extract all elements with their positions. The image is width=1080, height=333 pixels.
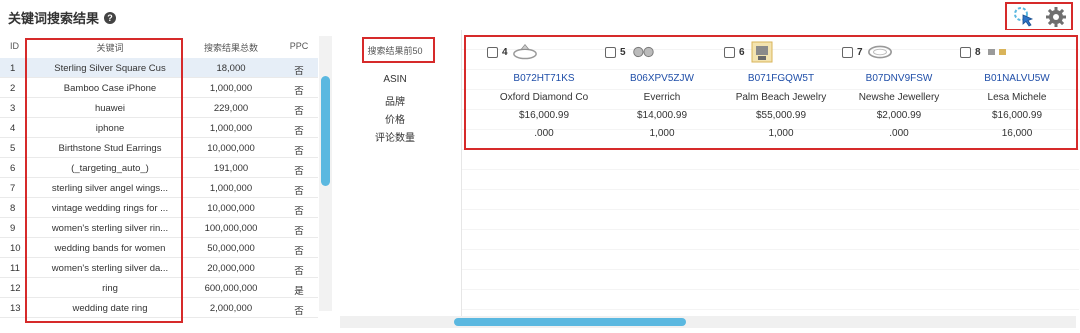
vertical-scrollbar-thumb[interactable] xyxy=(321,76,330,186)
row-count: 18,000 xyxy=(216,63,246,74)
row-ppc: 否 xyxy=(294,266,304,277)
row-ppc: 否 xyxy=(294,186,304,197)
row-count: 600,000,000 xyxy=(204,283,258,294)
row-count: 191,000 xyxy=(213,163,249,174)
label-brand: 品牌 xyxy=(385,97,405,108)
row-ppc: 否 xyxy=(294,66,304,77)
page-title-text: 关键词搜索结果 xyxy=(8,11,100,26)
help-icon[interactable]: ? xyxy=(104,11,117,24)
vertical-scrollbar[interactable] xyxy=(319,36,332,311)
pointer-click-icon[interactable] xyxy=(1012,6,1036,28)
keyword-table: ID 关键词 搜索结果总数 PPC 1 Sterling Silver Squa… xyxy=(0,36,336,326)
label-price: 价格 xyxy=(385,115,405,126)
header-result-count[interactable]: 搜索结果总数 xyxy=(188,41,274,54)
header-ppc[interactable]: PPC xyxy=(285,41,313,51)
row-ppc: 否 xyxy=(294,246,304,257)
row-ppc: 否 xyxy=(294,166,304,177)
page-title: 关键词搜索结果 ? xyxy=(8,8,117,27)
row-ppc: 否 xyxy=(294,106,304,117)
row-ppc: 是 xyxy=(294,286,304,297)
row-ppc: 否 xyxy=(294,206,304,217)
row-ppc: 否 xyxy=(294,306,304,317)
toolbar xyxy=(1005,2,1073,31)
label-asin: ASIN xyxy=(383,74,407,85)
row-count: 100,000,000 xyxy=(204,223,258,234)
horizontal-scrollbar-thumb[interactable] xyxy=(454,318,686,326)
row-count: 1,000,000 xyxy=(209,183,253,194)
row-ppc: 否 xyxy=(294,146,304,157)
row-count: 20,000,000 xyxy=(207,263,255,274)
top50-label-highlight xyxy=(362,37,435,63)
label-reviews: 评论数量 xyxy=(375,133,415,144)
product-details-highlight xyxy=(464,35,1078,150)
keyword-column-highlight xyxy=(25,38,183,323)
row-count: 229,000 xyxy=(213,103,249,114)
row-count: 1,000,000 xyxy=(209,83,253,94)
row-ppc: 否 xyxy=(294,86,304,97)
row-count: 10,000,000 xyxy=(207,203,255,214)
row-count: 1,000,000 xyxy=(209,123,253,134)
row-count: 10,000,000 xyxy=(207,143,255,154)
row-ppc: 否 xyxy=(294,226,304,237)
row-count: 2,000,000 xyxy=(209,303,253,314)
horizontal-scrollbar[interactable] xyxy=(340,316,1076,328)
product-panel: 搜索结果前50 ASIN 品牌 价格 评论数量 4 B072HT71KS Oxf… xyxy=(340,30,1080,330)
row-count: 50,000,000 xyxy=(207,243,255,254)
gear-icon[interactable] xyxy=(1045,6,1067,28)
row-ppc: 否 xyxy=(294,126,304,137)
